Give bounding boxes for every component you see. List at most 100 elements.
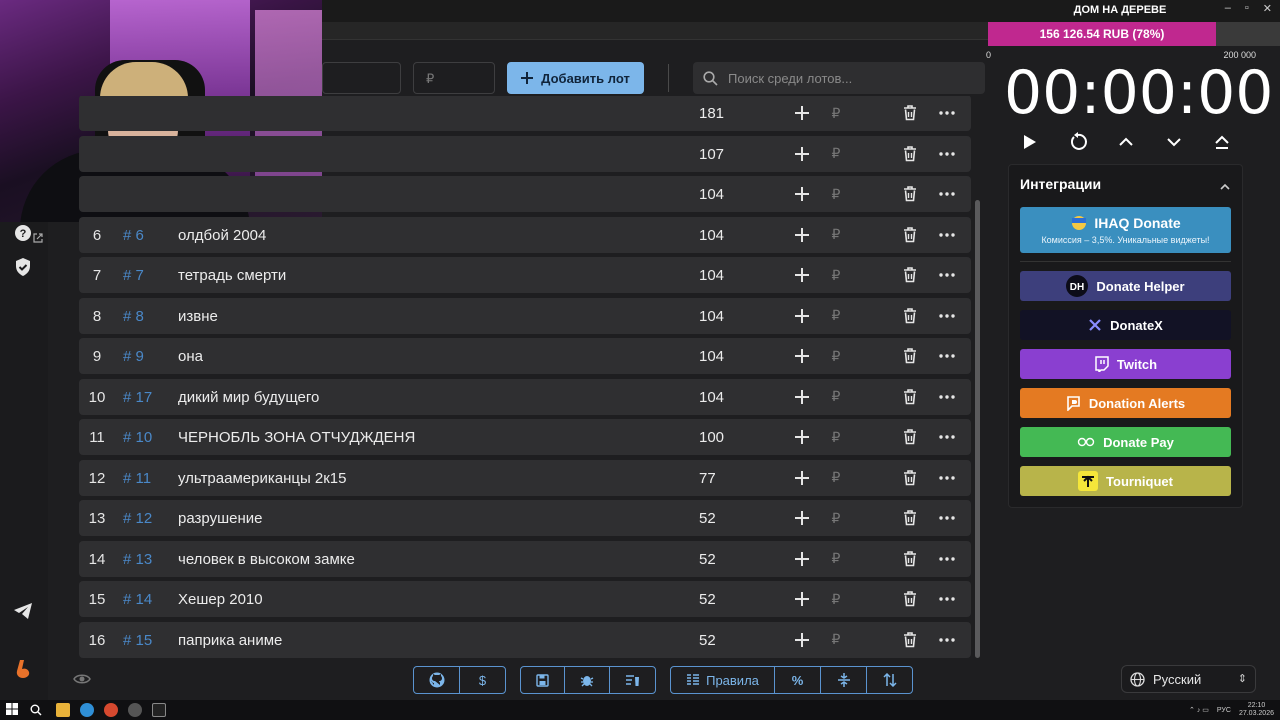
ruble-add-icon[interactable]: ₽ bbox=[826, 468, 846, 488]
ruble-add-icon[interactable]: ₽ bbox=[826, 427, 846, 447]
ruble-add-icon[interactable]: ₽ bbox=[826, 630, 846, 650]
lot-name-input[interactable] bbox=[322, 62, 401, 94]
more-icon[interactable] bbox=[937, 225, 957, 245]
file-explorer-icon[interactable] bbox=[56, 703, 70, 717]
trash-icon[interactable] bbox=[900, 144, 920, 164]
donation-alerts-button[interactable]: Donation Alerts bbox=[1020, 388, 1231, 418]
trash-icon[interactable] bbox=[900, 468, 920, 488]
eye-icon[interactable] bbox=[73, 672, 91, 690]
clear-lots-button[interactable] bbox=[610, 667, 655, 693]
lot-id[interactable]: # 13 bbox=[123, 551, 152, 568]
reset-icon[interactable] bbox=[1064, 128, 1092, 156]
chevron-up-icon[interactable] bbox=[1112, 128, 1140, 156]
ruble-add-icon[interactable]: ₽ bbox=[826, 103, 846, 123]
trash-icon[interactable] bbox=[900, 549, 920, 569]
tray-clock[interactable]: 22:10 27.03.2026 bbox=[1239, 702, 1274, 718]
trash-icon[interactable] bbox=[900, 387, 920, 407]
plus-icon[interactable] bbox=[792, 468, 812, 488]
trash-icon[interactable] bbox=[900, 306, 920, 326]
obs-icon[interactable] bbox=[152, 703, 166, 717]
trash-icon[interactable] bbox=[900, 265, 920, 285]
close-icon[interactable]: ✕ bbox=[1263, 2, 1272, 15]
lot-amount[interactable]: 104 bbox=[699, 389, 724, 406]
trash-icon[interactable] bbox=[900, 589, 920, 609]
chrome-icon[interactable] bbox=[104, 703, 118, 717]
lot-amount[interactable]: 52 bbox=[699, 510, 716, 527]
trash-icon[interactable] bbox=[900, 225, 920, 245]
lot-amount[interactable]: 104 bbox=[699, 267, 724, 284]
lot-id[interactable]: # 10 bbox=[123, 429, 152, 446]
app-icon[interactable] bbox=[128, 703, 142, 717]
more-icon[interactable] bbox=[937, 630, 957, 650]
lot-amount[interactable]: 100 bbox=[699, 429, 724, 446]
compress-button[interactable] bbox=[821, 667, 867, 693]
trash-icon[interactable] bbox=[900, 346, 920, 366]
trash-icon[interactable] bbox=[900, 508, 920, 528]
lot-name[interactable]: извне bbox=[178, 308, 218, 325]
ruble-add-icon[interactable]: ₽ bbox=[826, 508, 846, 528]
lot-name[interactable]: дикий мир будущего bbox=[178, 389, 319, 406]
bug-report-button[interactable] bbox=[565, 667, 610, 693]
plus-icon[interactable] bbox=[792, 225, 812, 245]
ruble-add-icon[interactable]: ₽ bbox=[826, 346, 846, 366]
lot-amount[interactable]: 77 bbox=[699, 470, 716, 487]
chevron-down-icon[interactable] bbox=[1160, 128, 1188, 156]
lot-id[interactable]: # 17 bbox=[123, 389, 152, 406]
lot-amount[interactable]: 104 bbox=[699, 227, 724, 244]
lot-name[interactable]: Хешер 2010 bbox=[178, 591, 263, 608]
more-icon[interactable] bbox=[937, 427, 957, 447]
trash-icon[interactable] bbox=[900, 630, 920, 650]
lot-name[interactable]: разрушение bbox=[178, 510, 262, 527]
lot-amount[interactable]: 107 bbox=[699, 146, 724, 163]
rules-button[interactable]: Правила bbox=[671, 667, 775, 693]
browser-icon[interactable] bbox=[80, 703, 94, 717]
boosty-icon[interactable] bbox=[12, 658, 34, 680]
lot-id[interactable]: # 14 bbox=[123, 591, 152, 608]
more-icon[interactable] bbox=[937, 103, 957, 123]
github-button[interactable] bbox=[414, 667, 460, 693]
lot-name[interactable]: олдбой 2004 bbox=[178, 227, 266, 244]
save-button[interactable] bbox=[521, 667, 565, 693]
minimize-icon[interactable]: – bbox=[1225, 2, 1231, 15]
lot-id[interactable]: # 12 bbox=[123, 510, 152, 527]
trash-icon[interactable] bbox=[900, 184, 920, 204]
list-scrollbar[interactable] bbox=[975, 200, 980, 658]
lot-id[interactable]: # 15 bbox=[123, 632, 152, 649]
more-icon[interactable] bbox=[937, 387, 957, 407]
lot-amount-input[interactable]: ₽ bbox=[413, 62, 495, 94]
lot-name[interactable]: тетрадь смерти bbox=[178, 267, 286, 284]
donate-helper-button[interactable]: DH Donate Helper bbox=[1020, 271, 1231, 301]
more-icon[interactable] bbox=[937, 508, 957, 528]
more-icon[interactable] bbox=[937, 144, 957, 164]
ruble-add-icon[interactable]: ₽ bbox=[826, 387, 846, 407]
add-lot-button[interactable]: Добавить лот bbox=[507, 62, 644, 94]
lot-id[interactable]: # 7 bbox=[123, 267, 144, 284]
search-input[interactable]: Поиск среди лотов... bbox=[693, 62, 985, 94]
more-icon[interactable] bbox=[937, 549, 957, 569]
donate-button[interactable]: $ bbox=[460, 667, 505, 693]
donate-pay-button[interactable]: Donate Pay bbox=[1020, 427, 1231, 457]
ruble-add-icon[interactable]: ₽ bbox=[826, 184, 846, 204]
plus-icon[interactable] bbox=[792, 265, 812, 285]
more-icon[interactable] bbox=[937, 589, 957, 609]
sort-button[interactable] bbox=[867, 667, 912, 693]
plus-icon[interactable] bbox=[792, 508, 812, 528]
lot-name[interactable]: ультраамериканцы 2к15 bbox=[178, 470, 347, 487]
language-select[interactable]: Русский ⇕ bbox=[1121, 665, 1256, 693]
lot-name[interactable]: паприка аниме bbox=[178, 632, 282, 649]
plus-icon[interactable] bbox=[792, 549, 812, 569]
lot-amount[interactable]: 52 bbox=[699, 551, 716, 568]
tourniquet-button[interactable]: Tourniquet bbox=[1020, 466, 1231, 496]
more-icon[interactable] bbox=[937, 346, 957, 366]
ruble-add-icon[interactable]: ₽ bbox=[826, 306, 846, 326]
ruble-add-icon[interactable]: ₽ bbox=[826, 225, 846, 245]
maximize-icon[interactable]: ▫ bbox=[1245, 2, 1249, 15]
lot-amount[interactable]: 104 bbox=[699, 348, 724, 365]
more-icon[interactable] bbox=[937, 265, 957, 285]
lot-name[interactable]: ЧЕРНОБЛЬ ЗОНА ОТЧУДЖДЕНЯ bbox=[178, 429, 415, 446]
ruble-add-icon[interactable]: ₽ bbox=[826, 265, 846, 285]
play-icon[interactable] bbox=[1016, 128, 1044, 156]
plus-icon[interactable] bbox=[792, 427, 812, 447]
search-icon[interactable] bbox=[30, 703, 44, 717]
lot-id[interactable]: # 8 bbox=[123, 308, 144, 325]
